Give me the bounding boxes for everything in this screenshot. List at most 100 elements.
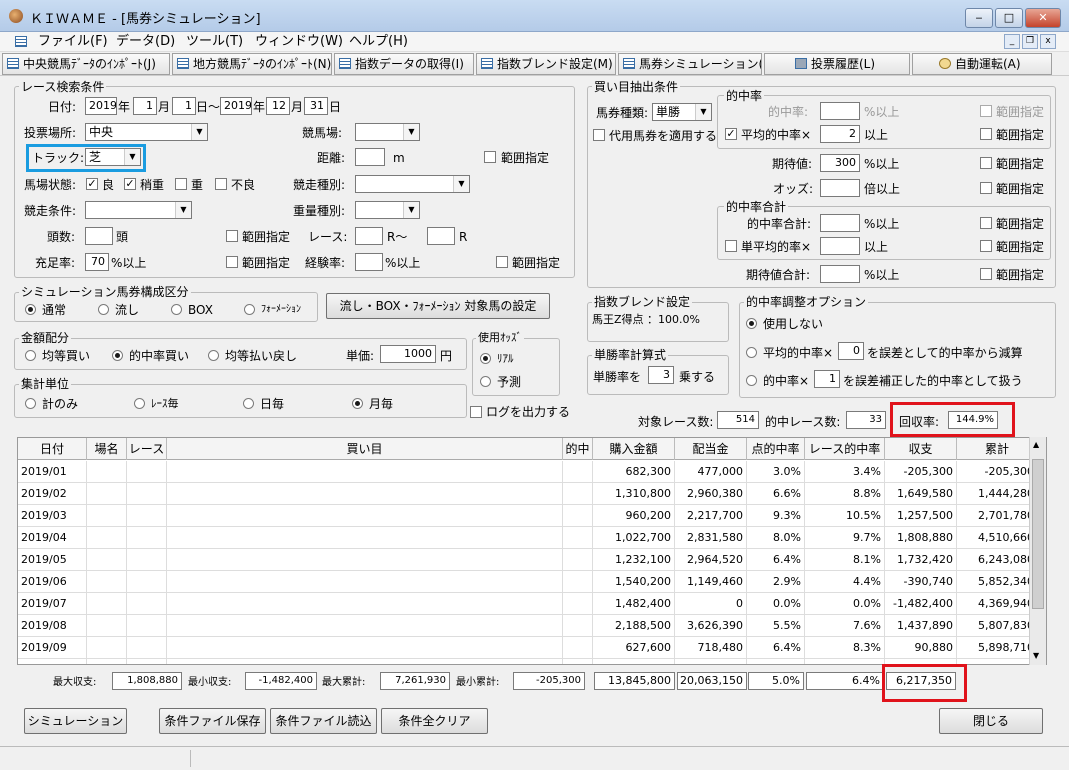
scroll-thumb[interactable] <box>1032 459 1044 609</box>
end-year-field[interactable]: 2019 <box>220 97 252 115</box>
avg2-range-checkbox[interactable] <box>980 240 992 252</box>
import-central-button[interactable]: 中央競馬ﾃﾞｰﾀのｲﾝﾎﾟｰﾄ(J) <box>2 53 170 75</box>
menu-window[interactable]: ウィンドウ(W) <box>251 33 347 51</box>
close-button[interactable]: 閉じる <box>939 708 1043 734</box>
col-race-hit[interactable]: レース的中率 <box>805 438 885 460</box>
table-row[interactable]: 2019/01 682,300 477,000 3.0% 3.4% -205,300 -20… <box>18 461 1038 483</box>
count-field[interactable] <box>85 227 113 245</box>
results-grid[interactable]: 日付 場名 レース 買い目 的中 購入金額 配当金 点的中率 レース的中率 収支… <box>17 437 1047 665</box>
experience-field[interactable] <box>355 253 383 271</box>
end-month-field[interactable]: 12 <box>266 97 290 115</box>
avg-hit-field[interactable]: 2 <box>820 125 860 143</box>
auto-run-button[interactable]: 自動運転(A) <box>912 53 1052 75</box>
maximize-button[interactable]: □ <box>995 8 1023 28</box>
grid-scrollbar[interactable]: ▲ ▼ <box>1029 437 1046 665</box>
race-kind-select[interactable]: ▼ <box>355 175 470 193</box>
col-profit[interactable]: 収支 <box>885 438 957 460</box>
normal-radio[interactable] <box>25 304 36 315</box>
fetch-index-button[interactable]: 指数データの取得(I) <box>334 53 474 75</box>
per-race-radio[interactable] <box>134 398 145 409</box>
nagashi-radio[interactable] <box>98 304 109 315</box>
target-horse-settings-button[interactable]: 流し・BOX・ﾌｫｰﾒｰｼｮﾝ 対象馬の設定 <box>326 293 550 319</box>
start-year-field[interactable]: 2019 <box>85 97 117 115</box>
mdi-minimize-button[interactable]: _ <box>1004 34 1020 49</box>
menu-file[interactable]: ファイル(F) <box>34 33 112 51</box>
mdi-restore-button[interactable]: ❐ <box>1022 34 1038 49</box>
simulation-button[interactable]: シミュレーション <box>24 708 127 734</box>
odds-field[interactable] <box>820 179 860 197</box>
per-day-radio[interactable] <box>243 398 254 409</box>
hit-range-checkbox[interactable] <box>980 105 992 117</box>
ticket-type-select[interactable]: 単勝 ▼ <box>652 103 712 121</box>
weight-kind-select[interactable]: ▼ <box>355 201 420 219</box>
avg2-checkbox[interactable] <box>725 240 737 252</box>
table-row[interactable]: 2019/03 960,200 2,217,700 9.3% 10.5% 1,257,50… <box>18 505 1038 527</box>
race-from-field[interactable] <box>355 227 383 245</box>
heavy-checkbox[interactable] <box>175 178 187 190</box>
fill-rate-field[interactable]: 70 <box>85 253 109 271</box>
start-day-field[interactable]: 1 <box>172 97 196 115</box>
box-radio[interactable] <box>171 304 182 315</box>
clear-conditions-button[interactable]: 条件全クリア <box>381 708 488 734</box>
exp-sum-field[interactable] <box>820 265 860 283</box>
formation-radio[interactable] <box>244 304 255 315</box>
avg-range-checkbox[interactable] <box>980 128 992 140</box>
menu-data[interactable]: データ(D) <box>112 33 179 51</box>
real-odds-radio[interactable] <box>480 353 491 364</box>
col-purchase[interactable]: 購入金額 <box>593 438 675 460</box>
adjust-subtract-field[interactable]: 0 <box>838 342 864 360</box>
menu-help[interactable]: ヘルプ(H) <box>345 33 412 51</box>
scroll-down-icon[interactable]: ▼ <box>1033 651 1039 660</box>
avg2-field[interactable] <box>820 237 860 255</box>
table-row[interactable]: 2019/05 1,232,100 2,964,520 6.4% 8.1% 1,732,4… <box>18 549 1038 571</box>
scroll-up-icon[interactable]: ▲ <box>1033 440 1039 449</box>
minimize-button[interactable]: ‒ <box>965 8 993 28</box>
adjust-correct-radio[interactable] <box>746 375 757 386</box>
col-point-hit[interactable]: 点的中率 <box>747 438 805 460</box>
adjust-none-radio[interactable] <box>746 318 757 329</box>
per-month-radio[interactable] <box>352 398 363 409</box>
load-conditions-button[interactable]: 条件ファイル読込 <box>270 708 377 734</box>
log-output-checkbox[interactable] <box>470 406 482 418</box>
exp-sum-range-checkbox[interactable] <box>980 268 992 280</box>
col-cumulative[interactable]: 累計 <box>957 438 1038 460</box>
save-conditions-button[interactable]: 条件ファイル保存 <box>159 708 266 734</box>
adjust-subtract-radio[interactable] <box>746 347 757 358</box>
hit-sum-field[interactable] <box>820 214 860 232</box>
racecourse-select[interactable]: ▼ <box>355 123 420 141</box>
start-month-field[interactable]: 1 <box>133 97 157 115</box>
distance-field[interactable] <box>355 148 385 166</box>
table-row[interactable]: 2019/08 2,188,500 3,626,390 5.5% 7.6% 1,437,8… <box>18 615 1038 637</box>
equal-payout-radio[interactable] <box>208 350 219 361</box>
expectation-range-checkbox[interactable] <box>980 157 992 169</box>
total-only-radio[interactable] <box>25 398 36 409</box>
table-row[interactable]: 2019/07 1,482,400 0 0.0% 0.0% -1,482,400 4,369… <box>18 593 1038 615</box>
import-local-button[interactable]: 地方競馬ﾃﾞｰﾀのｲﾝﾎﾟｰﾄ(N) <box>172 53 332 75</box>
vote-history-button[interactable]: 投票履歴(L) <box>764 53 910 75</box>
hit-sum-range-checkbox[interactable] <box>980 217 992 229</box>
col-hit[interactable]: 的中 <box>563 438 593 460</box>
distance-range-checkbox[interactable] <box>484 151 496 163</box>
col-date[interactable]: 日付 <box>18 438 87 460</box>
bad-checkbox[interactable] <box>215 178 227 190</box>
end-day-field[interactable]: 31 <box>304 97 328 115</box>
predicted-odds-radio[interactable] <box>480 376 491 387</box>
col-race[interactable]: レース <box>127 438 167 460</box>
table-row[interactable]: 2019/06 1,540,200 1,149,460 2.9% 4.4% -390,74… <box>18 571 1038 593</box>
expectation-field[interactable]: 300 <box>820 154 860 172</box>
win-power-field[interactable]: 3 <box>648 366 674 384</box>
experience-range-checkbox[interactable] <box>496 256 508 268</box>
unit-price-field[interactable]: 1000 <box>380 345 436 363</box>
ticket-sim-button[interactable]: 馬券シミュレーション(B) <box>618 53 762 75</box>
avg-hit-checkbox[interactable]: ✓ <box>725 128 737 140</box>
fill-range-checkbox[interactable] <box>226 256 238 268</box>
blend-settings-button[interactable]: 指数ブレンド設定(M) <box>476 53 616 75</box>
adjust-correct-field[interactable]: 1 <box>814 370 840 388</box>
col-bets[interactable]: 買い目 <box>167 438 563 460</box>
menu-tools[interactable]: ツール(T) <box>182 33 247 51</box>
mdi-close-button[interactable]: x <box>1040 34 1056 49</box>
track-select[interactable]: 芝 ▼ <box>85 148 141 166</box>
count-range-checkbox[interactable] <box>226 230 238 242</box>
hit-rate-buy-radio[interactable] <box>112 350 123 361</box>
equal-buy-radio[interactable] <box>25 350 36 361</box>
